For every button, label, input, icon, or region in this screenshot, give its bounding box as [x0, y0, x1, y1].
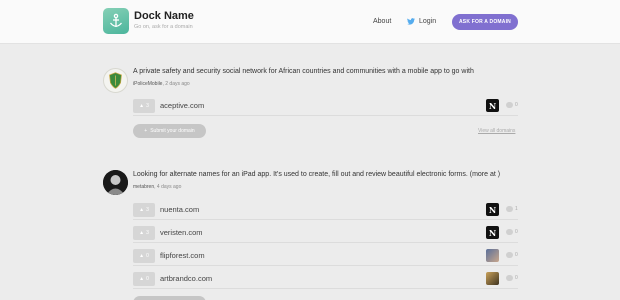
submit-domain-button[interactable]: + Submit your domain: [133, 124, 206, 138]
login-label: Login: [419, 18, 437, 25]
post-meta: metabren, 4 days ago: [133, 184, 181, 190]
domain-name[interactable]: flipforest.com: [160, 251, 205, 260]
comment-count[interactable]: 1: [506, 206, 518, 212]
comment-count-value: 0: [515, 275, 518, 281]
domain-row: ▲ 3 nuenta.com N 1: [133, 200, 518, 220]
vote-count: 3: [146, 103, 149, 109]
vote-button[interactable]: ▲ 3: [133, 226, 155, 240]
upvote-arrow-icon: ▲: [139, 253, 145, 259]
post-time: , 2 days ago: [162, 81, 190, 87]
comment-count-value: 0: [515, 102, 518, 108]
comment-count-value: 0: [515, 252, 518, 258]
user-icon[interactable]: N: [486, 203, 499, 216]
vote-button[interactable]: ▲ 0: [133, 272, 155, 286]
vote-button[interactable]: ▲ 3: [133, 99, 155, 113]
ask-for-domain-button[interactable]: ASK FOR A DOMAIN: [452, 14, 518, 30]
user-icon[interactable]: N: [486, 226, 499, 239]
comment-count[interactable]: 0: [506, 275, 518, 281]
comment-bubble-icon: [506, 275, 513, 281]
post-title[interactable]: A private safety and security social net…: [133, 68, 474, 75]
logo[interactable]: [103, 8, 129, 34]
vote-count: 0: [146, 253, 149, 259]
site-subtitle: Go on, ask for a domain: [134, 24, 193, 30]
plus-icon: +: [144, 128, 148, 134]
comment-bubble-icon: [506, 102, 513, 108]
site-title[interactable]: Dock Name: [134, 10, 194, 22]
comment-count[interactable]: 0: [506, 252, 518, 258]
upvote-arrow-icon: ▲: [139, 207, 145, 213]
comment-bubble-icon: [506, 229, 513, 235]
domain-name[interactable]: artbrandco.com: [160, 274, 212, 283]
comment-count-value: 1: [515, 206, 518, 212]
user-avatar[interactable]: [103, 68, 128, 93]
user-icon[interactable]: N: [486, 99, 499, 112]
domain-name[interactable]: aceptive.com: [160, 101, 204, 110]
domain-name[interactable]: veristen.com: [160, 228, 203, 237]
vote-button[interactable]: ▲ 0: [133, 249, 155, 263]
comment-count-value: 0: [515, 229, 518, 235]
vote-button[interactable]: ▲ 3: [133, 203, 155, 217]
anchor-icon: [110, 13, 122, 27]
post-meta: iPoliceMobile, 2 days ago: [133, 81, 190, 87]
comment-count[interactable]: 0: [506, 102, 518, 108]
submit-domain-label: Submit your domain: [150, 128, 195, 134]
comment-bubble-icon: [506, 252, 513, 258]
domain-row: ▲ 0 artbrandco.com 0: [133, 269, 518, 289]
twitter-bird-icon: [407, 18, 415, 25]
domain-row: ▲ 3 aceptive.com N 0: [133, 96, 518, 116]
person-photo-icon: [103, 170, 128, 195]
upvote-arrow-icon: ▲: [139, 276, 145, 282]
vote-count: 3: [146, 207, 149, 213]
comment-bubble-icon: [506, 206, 513, 212]
submit-domain-button[interactable]: [133, 296, 206, 300]
post-author[interactable]: metabren: [133, 184, 154, 190]
domain-row: ▲ 3 veristen.com N 0: [133, 223, 518, 243]
user-photo-icon[interactable]: [486, 249, 499, 262]
nav-login-link[interactable]: Login: [407, 18, 436, 25]
domain-row: ▲ 0 flipforest.com 0: [133, 246, 518, 266]
domain-name[interactable]: nuenta.com: [160, 205, 199, 214]
user-photo-icon[interactable]: [486, 272, 499, 285]
view-all-domains-link[interactable]: View all domains: [478, 128, 515, 134]
post-author[interactable]: iPoliceMobile: [133, 81, 162, 87]
upvote-arrow-icon: ▲: [139, 103, 145, 109]
user-avatar[interactable]: [103, 170, 128, 195]
post-title[interactable]: Looking for alternate names for an iPad …: [133, 171, 500, 178]
post-time: , 4 days ago: [154, 184, 182, 190]
vote-count: 0: [146, 276, 149, 282]
shield-icon: [109, 72, 122, 89]
nav-about-link[interactable]: About: [373, 18, 391, 25]
comment-count[interactable]: 0: [506, 229, 518, 235]
top-bar: Dock Name Go on, ask for a domain About …: [0, 0, 620, 44]
vote-count: 3: [146, 230, 149, 236]
upvote-arrow-icon: ▲: [139, 230, 145, 236]
